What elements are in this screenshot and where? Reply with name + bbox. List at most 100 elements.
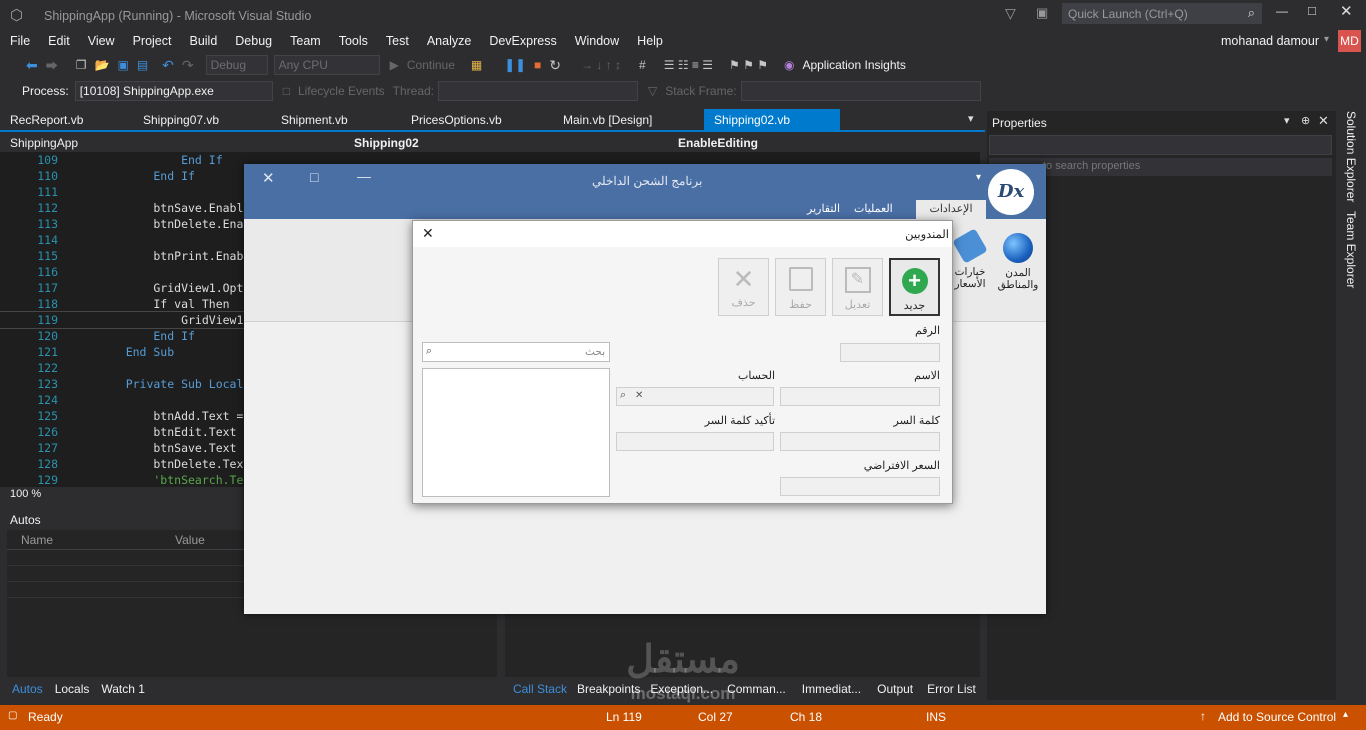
devexpress-logo[interactable]: Dx: [988, 169, 1034, 215]
number-field[interactable]: [840, 343, 940, 362]
tab-recreport[interactable]: RecReport.vb: [0, 109, 133, 131]
stack-frame-dropdown[interactable]: [740, 81, 981, 101]
menu-edit[interactable]: Edit: [39, 30, 79, 52]
tab-operations[interactable]: العمليات: [854, 202, 893, 215]
play-icon[interactable]: ▶: [386, 58, 403, 72]
tab-locals[interactable]: Locals: [55, 682, 90, 696]
ribbon-cities-button[interactable]: المدن والمناطق: [996, 233, 1040, 291]
confirm-password-field[interactable]: [616, 432, 774, 451]
forward-icon[interactable]: ⮕: [42, 57, 62, 74]
back-icon[interactable]: ⬅: [22, 57, 42, 74]
delete-button[interactable]: ✕ حذف: [718, 258, 769, 316]
tab-overflow-icon[interactable]: ▾: [968, 112, 974, 125]
open-folder-icon[interactable]: 📂: [91, 58, 114, 72]
hex-icon[interactable]: #: [635, 58, 650, 72]
tab-call-stack[interactable]: Call Stack: [513, 682, 567, 696]
tab-shipping07[interactable]: Shipping07.vb: [133, 109, 271, 131]
chevron-down-icon[interactable]: ▾: [1324, 34, 1329, 45]
bookmark-icons[interactable]: ⚑ ⚑ ⚑: [725, 58, 772, 72]
agents-list[interactable]: [422, 368, 610, 497]
app-chevron-down-icon[interactable]: ▾: [976, 172, 981, 183]
menu-file[interactable]: File: [1, 30, 39, 52]
continue-button[interactable]: Continue: [403, 58, 459, 72]
tab-output[interactable]: Output: [877, 682, 913, 696]
zoom-level[interactable]: 100 %: [10, 488, 41, 500]
menu-project[interactable]: Project: [124, 30, 181, 52]
menu-view[interactable]: View: [79, 30, 124, 52]
layout-icons[interactable]: ☰ ☷ ≡ ☰: [660, 58, 717, 72]
menu-window[interactable]: Window: [566, 30, 628, 52]
tab-pricesoptions[interactable]: PricesOptions.vb: [401, 109, 553, 131]
filter-icon[interactable]: ▽: [1005, 5, 1016, 22]
redo-icon[interactable]: ↷: [178, 57, 198, 74]
close-button[interactable]: ✕: [1340, 2, 1353, 20]
step-icons[interactable]: → ↓ ↑ ↕: [577, 58, 625, 72]
close-icon[interactable]: ✕: [1318, 113, 1329, 129]
stop-icon[interactable]: ■: [530, 58, 545, 72]
dialog-close-button[interactable]: ✕: [422, 225, 434, 242]
col-name-header[interactable]: Name: [21, 533, 175, 547]
menu-analyze[interactable]: Analyze: [418, 30, 480, 52]
object-dropdown[interactable]: [989, 135, 1332, 155]
class-dropdown[interactable]: Shipping02: [354, 136, 654, 150]
ribbon-prices-button[interactable]: خيارات الأسعار: [950, 228, 990, 290]
app-insights-button[interactable]: Application Insights: [798, 58, 909, 72]
tab-autos[interactable]: Autos: [12, 682, 43, 696]
tab-shipment[interactable]: Shipment.vb: [271, 109, 401, 131]
tab-watch1[interactable]: Watch 1: [101, 682, 145, 696]
new-project-icon[interactable]: ❐: [72, 58, 91, 72]
app-close-button[interactable]: ✕: [262, 169, 275, 187]
platform-dropdown[interactable]: Any CPU: [273, 55, 380, 75]
name-field[interactable]: [780, 387, 940, 406]
config-dropdown[interactable]: Debug: [205, 55, 268, 75]
member-dropdown[interactable]: EnableEditing: [678, 136, 758, 150]
menu-team[interactable]: Team: [281, 30, 330, 52]
save-all-icon[interactable]: ▤: [133, 58, 152, 72]
solution-explorer-tab[interactable]: Solution Explorer: [1344, 111, 1358, 202]
tab-shipping02[interactable]: Shipping02.vb: [704, 109, 840, 131]
chevron-down-icon[interactable]: ▾: [1284, 114, 1290, 127]
pin-icon[interactable]: ⊕: [1301, 114, 1310, 127]
save-icon[interactable]: ▣: [113, 58, 132, 72]
agents-search-input[interactable]: ⌕ بحث: [422, 342, 610, 362]
menu-tools[interactable]: Tools: [330, 30, 377, 52]
tab-error-list[interactable]: Error List: [927, 682, 976, 696]
new-button[interactable]: + جديد: [889, 258, 940, 316]
user-name[interactable]: mohanad damour: [1221, 34, 1319, 48]
thread-dropdown[interactable]: [438, 81, 639, 101]
minimize-button[interactable]: —: [1276, 4, 1288, 18]
team-explorer-tab[interactable]: Team Explorer: [1344, 211, 1358, 288]
menu-test[interactable]: Test: [377, 30, 418, 52]
menu-debug[interactable]: Debug: [226, 30, 281, 52]
menu-devexpress[interactable]: DevExpress: [480, 30, 565, 52]
tab-settings[interactable]: الإعدادات: [916, 200, 986, 219]
app-maximize-button[interactable]: □: [310, 169, 318, 185]
menu-build[interactable]: Build: [180, 30, 226, 52]
add-to-source-control[interactable]: Add to Source Control: [1218, 710, 1336, 724]
pause-icon[interactable]: ❚❚: [500, 57, 530, 73]
menu-help[interactable]: Help: [628, 30, 672, 52]
clear-icon[interactable]: ✕: [635, 390, 643, 401]
process-icon[interactable]: ▦: [467, 58, 486, 72]
edit-button[interactable]: ✎ تعديل: [832, 258, 883, 316]
default-price-field[interactable]: [780, 477, 940, 496]
filter-icon[interactable]: ▽: [644, 84, 661, 98]
tab-immediate[interactable]: Immediat...: [802, 682, 861, 696]
restart-icon[interactable]: ↻: [545, 57, 565, 74]
save-button[interactable]: حفظ: [775, 258, 826, 316]
app-minimize-button[interactable]: —: [357, 168, 371, 184]
quick-launch-input[interactable]: Quick Launch (Ctrl+Q) ⌕: [1062, 3, 1262, 24]
avatar[interactable]: MD: [1338, 30, 1361, 52]
tab-main-design[interactable]: Main.vb [Design]: [553, 109, 704, 131]
process-dropdown[interactable]: [10108] ShippingApp.exe: [74, 81, 273, 101]
password-field[interactable]: [780, 432, 940, 451]
chevron-up-icon[interactable]: ▴: [1343, 709, 1348, 720]
maximize-button[interactable]: □: [1308, 3, 1316, 18]
col-value-header[interactable]: Value: [175, 533, 205, 547]
project-dropdown[interactable]: ShippingApp: [10, 136, 330, 150]
notification-icon[interactable]: ▣: [1036, 5, 1048, 21]
undo-icon[interactable]: ↶: [158, 57, 178, 74]
lightbulb-icon[interactable]: ◉: [780, 58, 798, 72]
account-field[interactable]: ⌕ ✕: [616, 387, 774, 406]
lifecycle-events-dropdown[interactable]: Lifecycle Events: [294, 84, 389, 98]
